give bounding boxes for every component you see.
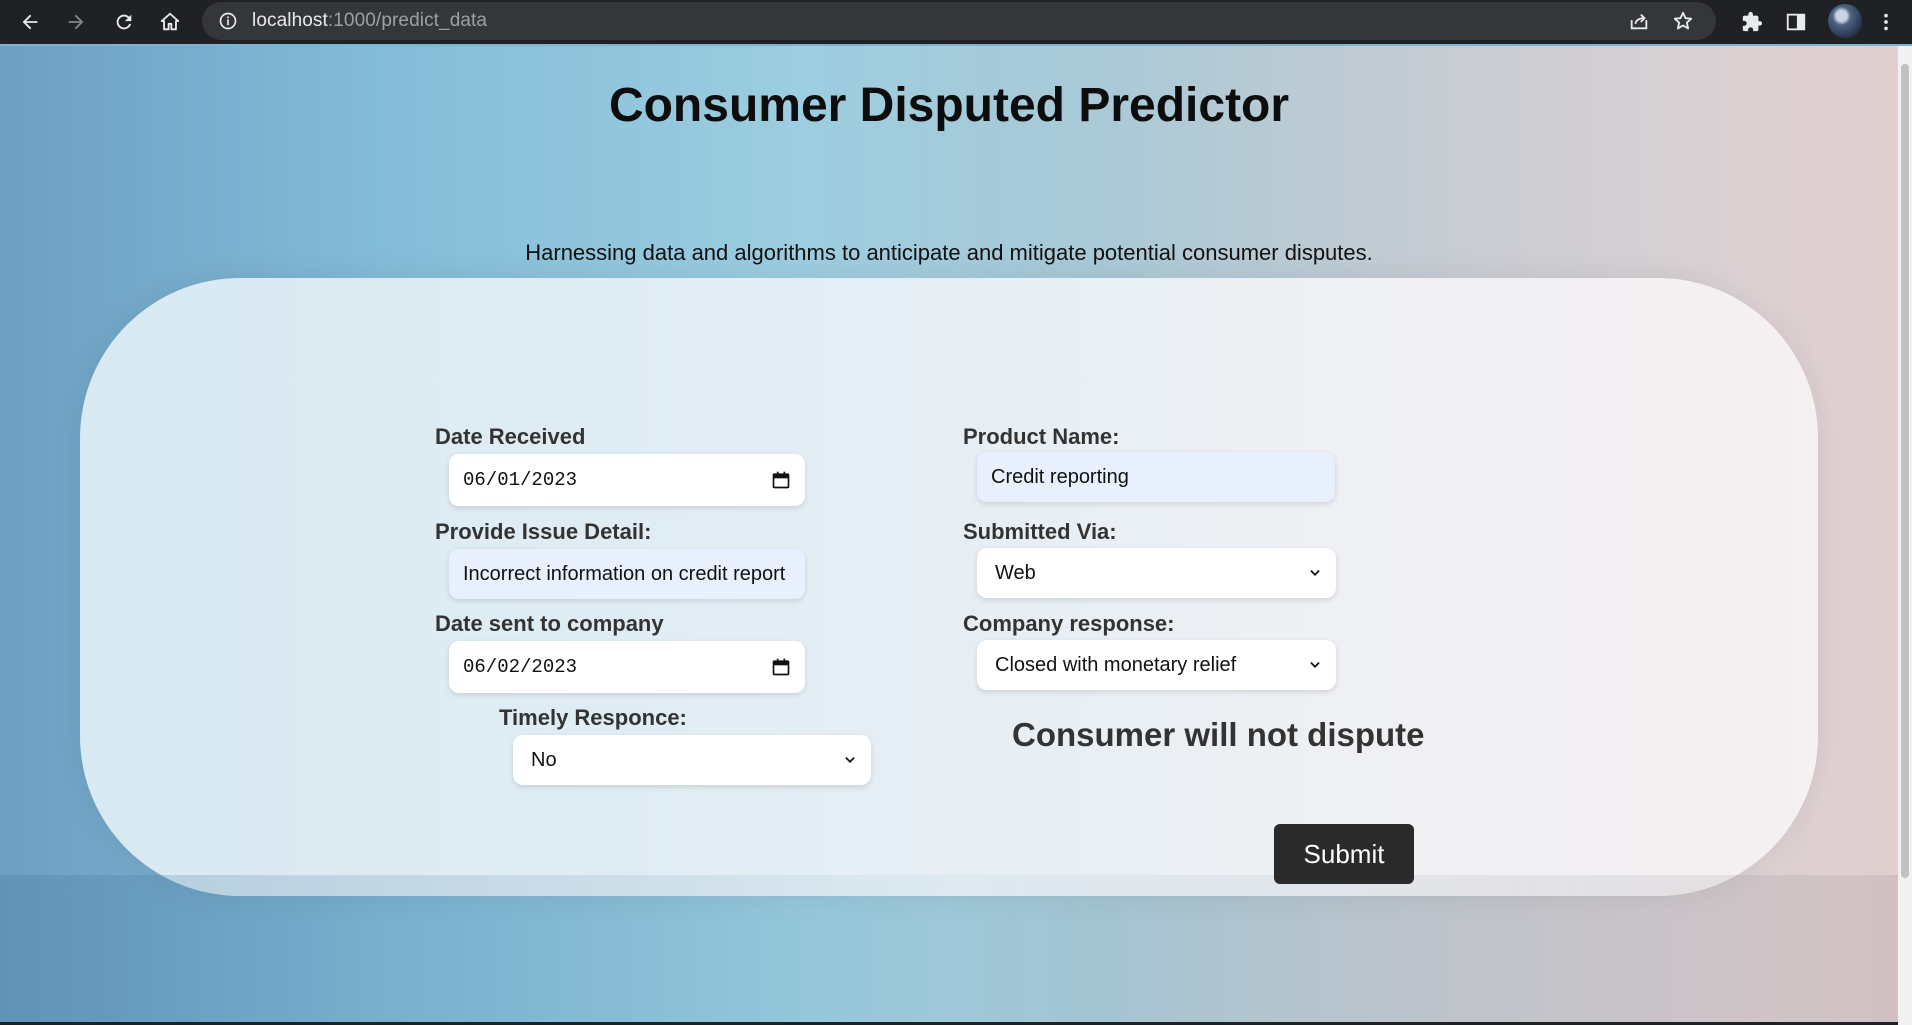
timely-response-select[interactable]: No bbox=[513, 735, 871, 785]
date-received-input[interactable]: 06/01/2023 bbox=[449, 454, 805, 506]
product-name-value: Credit reporting bbox=[991, 465, 1129, 488]
back-button[interactable] bbox=[14, 6, 46, 38]
url-text: localhost:1000/predict_data bbox=[252, 10, 487, 32]
share-icon bbox=[1630, 13, 1648, 30]
home-icon bbox=[160, 12, 180, 31]
reload-button[interactable] bbox=[108, 6, 140, 38]
side-panel-button[interactable] bbox=[1780, 6, 1812, 38]
date-sent-input[interactable]: 06/02/2023 bbox=[449, 641, 805, 693]
product-name-label: Product Name: bbox=[963, 424, 1120, 449]
profile-avatar[interactable] bbox=[1828, 4, 1862, 38]
reload-icon bbox=[116, 14, 132, 30]
submitted-via-label: Submitted Via: bbox=[963, 519, 1117, 544]
date-received-value: 06/01/2023 bbox=[463, 469, 578, 491]
page-subtitle: Harnessing data and algorithms to antici… bbox=[525, 240, 1373, 265]
chevron-down-icon bbox=[1310, 662, 1320, 668]
timely-response-label: Timely Responce: bbox=[499, 705, 687, 730]
url-host: localhost bbox=[252, 10, 328, 31]
star-icon bbox=[1673, 11, 1693, 30]
submit-button[interactable]: Submit bbox=[1274, 824, 1414, 884]
omnibox-actions bbox=[1624, 6, 1698, 36]
arrow-left-icon bbox=[22, 14, 38, 30]
issue-detail-label: Provide Issue Detail: bbox=[435, 519, 652, 544]
date-received-label: Date Received bbox=[435, 424, 586, 449]
forward-button[interactable] bbox=[60, 6, 92, 38]
form-card bbox=[80, 278, 1818, 896]
issue-detail-value: Incorrect information on credit report bbox=[463, 562, 786, 585]
submitted-via-select[interactable]: Web bbox=[977, 548, 1336, 598]
address-bar[interactable]: localhost:1000/predict_data bbox=[202, 2, 1716, 40]
calendar-icon[interactable] bbox=[771, 657, 791, 677]
home-button[interactable] bbox=[154, 6, 186, 38]
info-icon[interactable] bbox=[218, 11, 238, 31]
scrollbar-thumb[interactable] bbox=[1901, 64, 1909, 878]
arrow-right-icon bbox=[68, 14, 84, 30]
page-title: Consumer Disputed Predictor bbox=[608, 79, 1290, 132]
side-panel-icon bbox=[1786, 13, 1806, 31]
submitted-via-value: Web bbox=[995, 561, 1036, 584]
url-path: :1000/predict_data bbox=[327, 10, 488, 31]
browser-toolbar: localhost:1000/predict_data bbox=[0, 0, 1912, 44]
date-sent-label: Date sent to company bbox=[435, 611, 664, 636]
company-response-value: Closed with monetary relief bbox=[995, 653, 1237, 676]
share-button[interactable] bbox=[1624, 6, 1654, 36]
chevron-down-icon bbox=[845, 757, 855, 763]
extensions-button[interactable] bbox=[1736, 6, 1768, 38]
bookmark-button[interactable] bbox=[1668, 6, 1698, 36]
page-scrollbar[interactable] bbox=[1898, 46, 1912, 1025]
puzzle-icon bbox=[1742, 11, 1763, 32]
kebab-menu-icon bbox=[1884, 13, 1888, 31]
product-name-input[interactable]: Credit reporting bbox=[977, 452, 1335, 502]
date-sent-value: 06/02/2023 bbox=[463, 656, 578, 678]
chevron-down-icon bbox=[1310, 570, 1320, 576]
menu-button[interactable] bbox=[1870, 6, 1902, 38]
company-response-label: Company response: bbox=[963, 611, 1175, 636]
issue-detail-input[interactable]: Incorrect information on credit report bbox=[449, 549, 805, 599]
page-background: Consumer Disputed Predictor Harnessing d… bbox=[0, 46, 1898, 1025]
timely-response-value: No bbox=[531, 748, 557, 771]
company-response-select[interactable]: Closed with monetary relief bbox=[977, 640, 1336, 690]
prediction-result: Consumer will not dispute bbox=[1012, 716, 1425, 753]
calendar-icon[interactable] bbox=[771, 470, 791, 490]
